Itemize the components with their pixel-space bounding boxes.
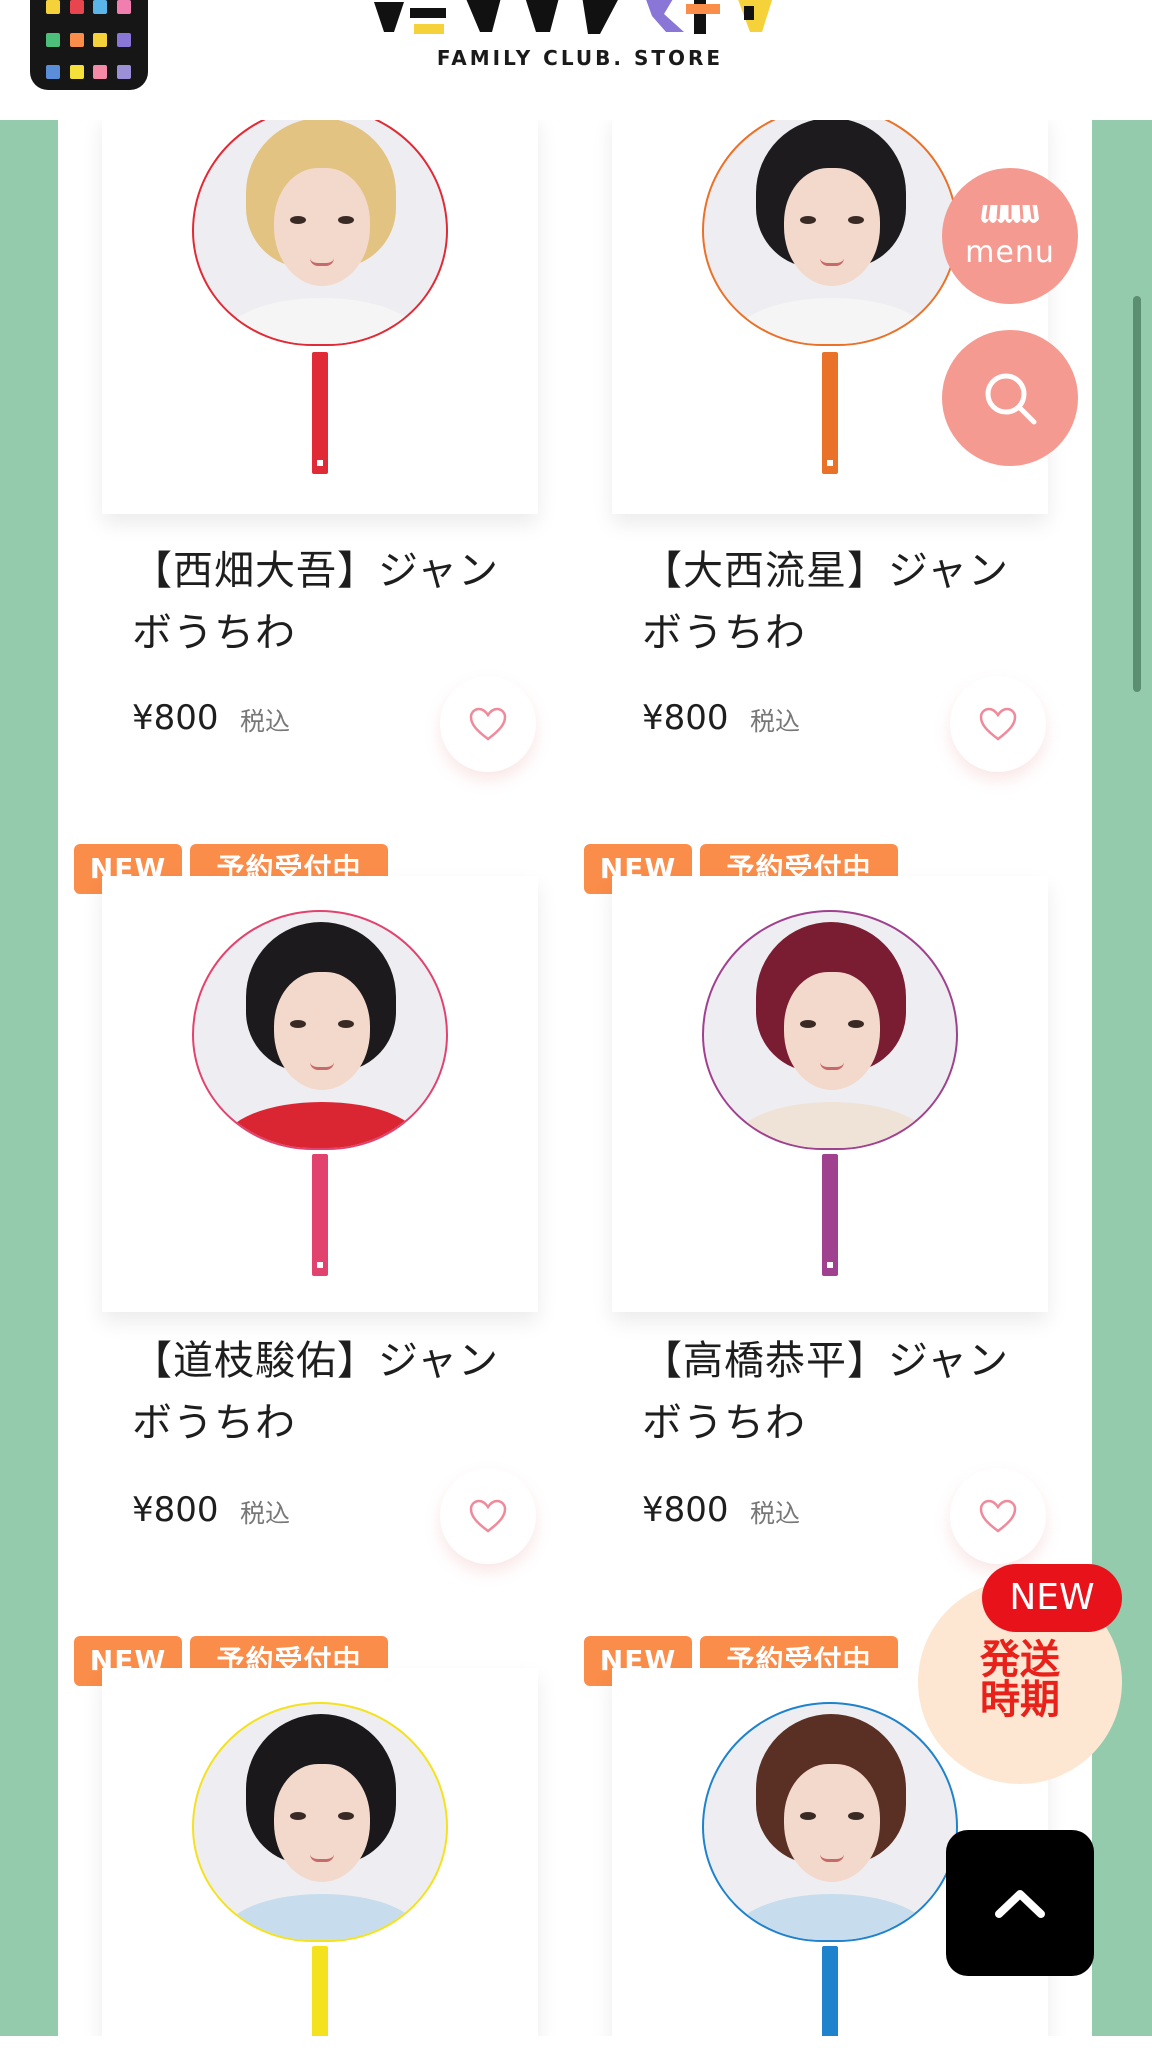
face-shape	[274, 972, 370, 1090]
eye-left	[800, 216, 816, 224]
favorite-button[interactable]	[440, 1468, 536, 1564]
uchiwa-handle	[312, 1946, 328, 2048]
heart-icon	[979, 1499, 1017, 1533]
bottom-edge	[0, 2036, 1152, 2048]
shipping-schedule-label: 発送 時期	[918, 1640, 1122, 1720]
heart-icon	[979, 707, 1017, 741]
face-shape	[784, 972, 880, 1090]
shipping-line-2: 時期	[980, 1677, 1060, 1723]
product-title[interactable]: 【西畑大吾】ジャンボうちわ	[132, 540, 512, 664]
logo-wordmark-icon	[374, 0, 773, 34]
back-to-top-button[interactable]	[946, 1830, 1094, 1976]
shirt-shape	[734, 298, 930, 344]
eye-left	[290, 216, 306, 224]
app-grid-icon[interactable]	[30, 0, 148, 90]
favorite-button[interactable]	[440, 676, 536, 772]
favorite-button[interactable]	[950, 1468, 1046, 1564]
shirt-shape	[734, 1894, 930, 1940]
shipping-line-1: 発送	[980, 1637, 1060, 1683]
shirt-shape	[224, 1894, 420, 1940]
site-header: FAMILY CLUB. STORE	[0, 0, 1152, 120]
eye-right	[338, 1812, 354, 1820]
uchiwa-handle	[822, 352, 838, 474]
eye-left	[290, 1020, 306, 1028]
face-shape	[274, 168, 370, 286]
uchiwa-handle	[822, 1154, 838, 1276]
heart-icon	[469, 707, 507, 741]
heart-icon	[469, 1499, 507, 1533]
eye-right	[848, 216, 864, 224]
menu-button[interactable]: menu	[942, 168, 1078, 304]
eye-right	[848, 1020, 864, 1028]
eye-left	[290, 1812, 306, 1820]
product-price: ¥800	[642, 1490, 729, 1530]
uchiwa-photo	[192, 910, 448, 1150]
tax-label: 税込	[750, 707, 801, 736]
logo-subtitle: FAMILY CLUB. STORE	[436, 46, 724, 70]
face-shape	[784, 1764, 880, 1882]
shipping-new-badge: NEW	[982, 1564, 1122, 1632]
product-grid: 【西畑大吾】ジャンボうちわ ¥800 税込 【大西流星】ジャンボうちわ ¥800…	[58, 120, 1092, 2048]
product-image[interactable]	[102, 876, 538, 1312]
product-price: ¥800	[642, 698, 729, 738]
shirt-shape	[224, 298, 420, 344]
search-icon	[985, 373, 1037, 425]
eye-left	[800, 1812, 816, 1820]
product-price: ¥800	[132, 698, 219, 738]
search-button[interactable]	[942, 330, 1078, 466]
tax-label: 税込	[750, 1499, 801, 1528]
product-price: ¥800	[132, 1490, 219, 1530]
shirt-shape	[734, 1102, 930, 1148]
shirt-shape	[224, 1102, 420, 1148]
uchiwa-photo	[192, 120, 448, 346]
face-shape	[784, 168, 880, 286]
product-image[interactable]	[612, 876, 1048, 1312]
scrollbar[interactable]	[1133, 296, 1141, 692]
tax-label: 税込	[240, 1499, 291, 1528]
uchiwa-photo	[192, 1702, 448, 1942]
chevron-up-icon	[995, 1890, 1045, 1918]
page-background-strip	[1092, 120, 1152, 2048]
store-logo[interactable]: FAMILY CLUB. STORE	[340, 0, 820, 90]
uchiwa-handle	[312, 352, 328, 474]
uchiwa-photo	[702, 1702, 958, 1942]
product-image[interactable]	[102, 120, 538, 514]
product-title[interactable]: 【大西流星】ジャンボうちわ	[642, 540, 1022, 664]
product-image[interactable]	[102, 1668, 538, 2048]
product-title[interactable]: 【道枝駿佑】ジャンボうちわ	[132, 1330, 512, 1454]
uchiwa-handle	[312, 1154, 328, 1276]
face-shape	[274, 1764, 370, 1882]
uchiwa-photo	[702, 910, 958, 1150]
eye-right	[338, 216, 354, 224]
uchiwa-handle	[822, 1946, 838, 2048]
product-title[interactable]: 【高橋恭平】ジャンボうちわ	[642, 1330, 1022, 1454]
eye-right	[848, 1812, 864, 1820]
tax-label: 税込	[240, 707, 291, 736]
eye-left	[800, 1020, 816, 1028]
menu-label: menu	[965, 234, 1055, 270]
eye-right	[338, 1020, 354, 1028]
shop-awning-icon	[981, 204, 1039, 223]
uchiwa-photo	[702, 120, 958, 346]
favorite-button[interactable]	[950, 676, 1046, 772]
